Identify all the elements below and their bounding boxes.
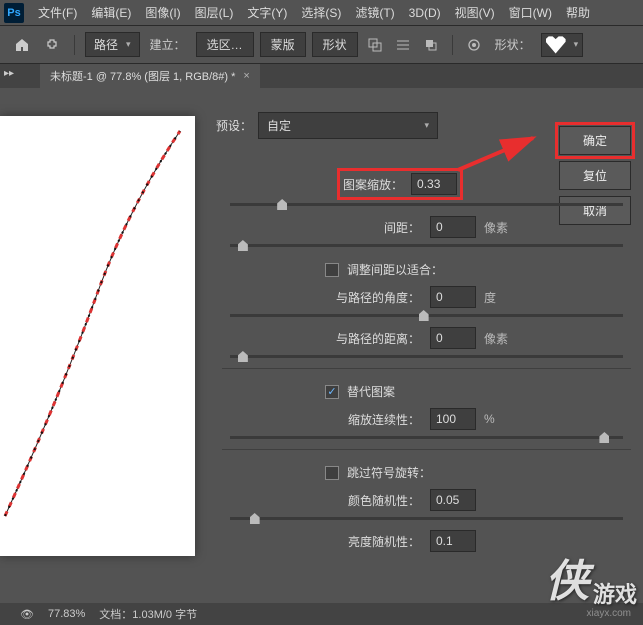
shape-button[interactable]: 形状 (312, 32, 358, 57)
distance-input[interactable] (430, 327, 476, 349)
document-tabs: ▸▸ 未标题-1 @ 77.8% (图层 1, RGB/8#) * × (0, 64, 643, 88)
menu-bar: Ps 文件(F) 编辑(E) 图像(I) 图层(L) 文字(Y) 选择(S) 滤… (0, 0, 643, 26)
alternate-pattern-checkbox[interactable] (325, 385, 339, 399)
close-icon[interactable]: × (243, 70, 249, 82)
menu-help[interactable]: 帮助 (560, 1, 596, 24)
menu-edit[interactable]: 编辑(E) (85, 1, 137, 24)
status-bar: 👁 77.83% 文档：1.03M/0 字节 (0, 603, 643, 625)
scale-continuity-label: 缩放连续性： (210, 411, 430, 428)
pattern-scale-label: 图案缩放： (343, 176, 403, 193)
menu-type[interactable]: 文字(Y) (241, 1, 293, 24)
distance-slider[interactable] (230, 355, 623, 358)
path-combine-icon[interactable] (364, 34, 386, 56)
heart-icon (546, 36, 566, 54)
plugin-icon[interactable] (40, 33, 64, 57)
doc-info: 文档：1.03M/0 字节 (99, 606, 197, 622)
spacing-slider[interactable] (230, 244, 623, 247)
reset-button[interactable]: 复位 (559, 161, 631, 190)
cancel-button[interactable]: 取消 (559, 196, 631, 225)
preset-label: 预设： (216, 117, 252, 134)
zoom-level[interactable]: 77.83% (48, 608, 85, 620)
dialog-buttons: 确定 复位 取消 (559, 126, 631, 225)
scale-continuity-slider[interactable] (230, 436, 623, 439)
options-bar: 路径▾ 建立： 选区… 蒙版 形状 形状： ▾ (0, 26, 643, 64)
app-logo-icon: Ps (4, 3, 24, 23)
canvas[interactable] (0, 116, 195, 556)
divider (222, 368, 631, 369)
watermark-url: xiayx.com (587, 608, 631, 619)
pattern-scale-input[interactable] (411, 173, 457, 195)
shape-label: 形状： (495, 36, 531, 53)
pattern-scale-slider[interactable] (230, 203, 623, 206)
menu-view[interactable]: 视图(V) (449, 1, 501, 24)
separator (452, 35, 453, 55)
preset-dropdown[interactable]: 自定▾ (258, 112, 438, 139)
distance-unit: 像素 (484, 330, 508, 347)
menu-3d[interactable]: 3D(D) (403, 3, 447, 23)
alternate-pattern-label: 替代图案 (347, 383, 395, 400)
scale-continuity-input[interactable] (430, 408, 476, 430)
separator (74, 35, 75, 55)
color-random-input[interactable] (430, 489, 476, 511)
document-tab[interactable]: 未标题-1 @ 77.8% (图层 1, RGB/8#) * × (40, 64, 260, 88)
pattern-dialog: 确定 复位 取消 预设： 自定▾ 图案缩放： (210, 108, 643, 625)
path-align-icon[interactable] (392, 34, 414, 56)
mask-button[interactable]: 蒙版 (260, 32, 306, 57)
build-label: 建立： (150, 36, 186, 53)
menu-layer[interactable]: 图层(L) (189, 1, 240, 24)
expand-handle-icon[interactable]: ▸▸ (4, 68, 14, 79)
path-mode-dropdown[interactable]: 路径▾ (85, 32, 140, 57)
divider (222, 449, 631, 450)
selection-button[interactable]: 选区… (196, 32, 254, 57)
angle-input[interactable] (430, 286, 476, 308)
ok-button[interactable]: 确定 (559, 126, 631, 155)
color-random-label: 颜色随机性： (210, 492, 430, 509)
scale-continuity-unit: % (484, 412, 495, 426)
color-random-slider[interactable] (230, 517, 623, 520)
adjust-spacing-checkbox[interactable] (325, 263, 339, 277)
angle-label: 与路径的角度： (210, 289, 430, 306)
angle-slider[interactable] (230, 314, 623, 317)
adjust-spacing-label: 调整间距以适合： (347, 261, 443, 278)
workspace: 确定 复位 取消 预设： 自定▾ 图案缩放： (0, 88, 643, 625)
spacing-label: 间距： (210, 219, 430, 236)
brightness-random-input[interactable] (430, 530, 476, 552)
menu-image[interactable]: 图像(I) (139, 1, 186, 24)
home-icon[interactable] (10, 33, 34, 57)
spacing-input[interactable] (430, 216, 476, 238)
skip-rotate-checkbox[interactable] (325, 466, 339, 480)
spacing-unit: 像素 (484, 219, 508, 236)
gear-icon[interactable] (463, 34, 485, 56)
menu-file[interactable]: 文件(F) (32, 1, 83, 24)
shape-picker[interactable]: ▾ (541, 33, 584, 57)
menu-select[interactable]: 选择(S) (295, 1, 347, 24)
pattern-scale-highlight: 图案缩放： (340, 171, 460, 197)
eye-icon[interactable]: 👁 (20, 608, 34, 621)
brightness-random-label: 亮度随机性： (210, 533, 430, 550)
menu-window[interactable]: 窗口(W) (503, 1, 558, 24)
angle-unit: 度 (484, 289, 496, 306)
menu-filter[interactable]: 滤镜(T) (349, 1, 400, 24)
skip-rotate-label: 跳过符号旋转： (347, 464, 431, 481)
distance-label: 与路径的距离： (210, 330, 430, 347)
path-arrange-icon[interactable] (420, 34, 442, 56)
tab-title: 未标题-1 @ 77.8% (图层 1, RGB/8#) * (50, 68, 235, 84)
